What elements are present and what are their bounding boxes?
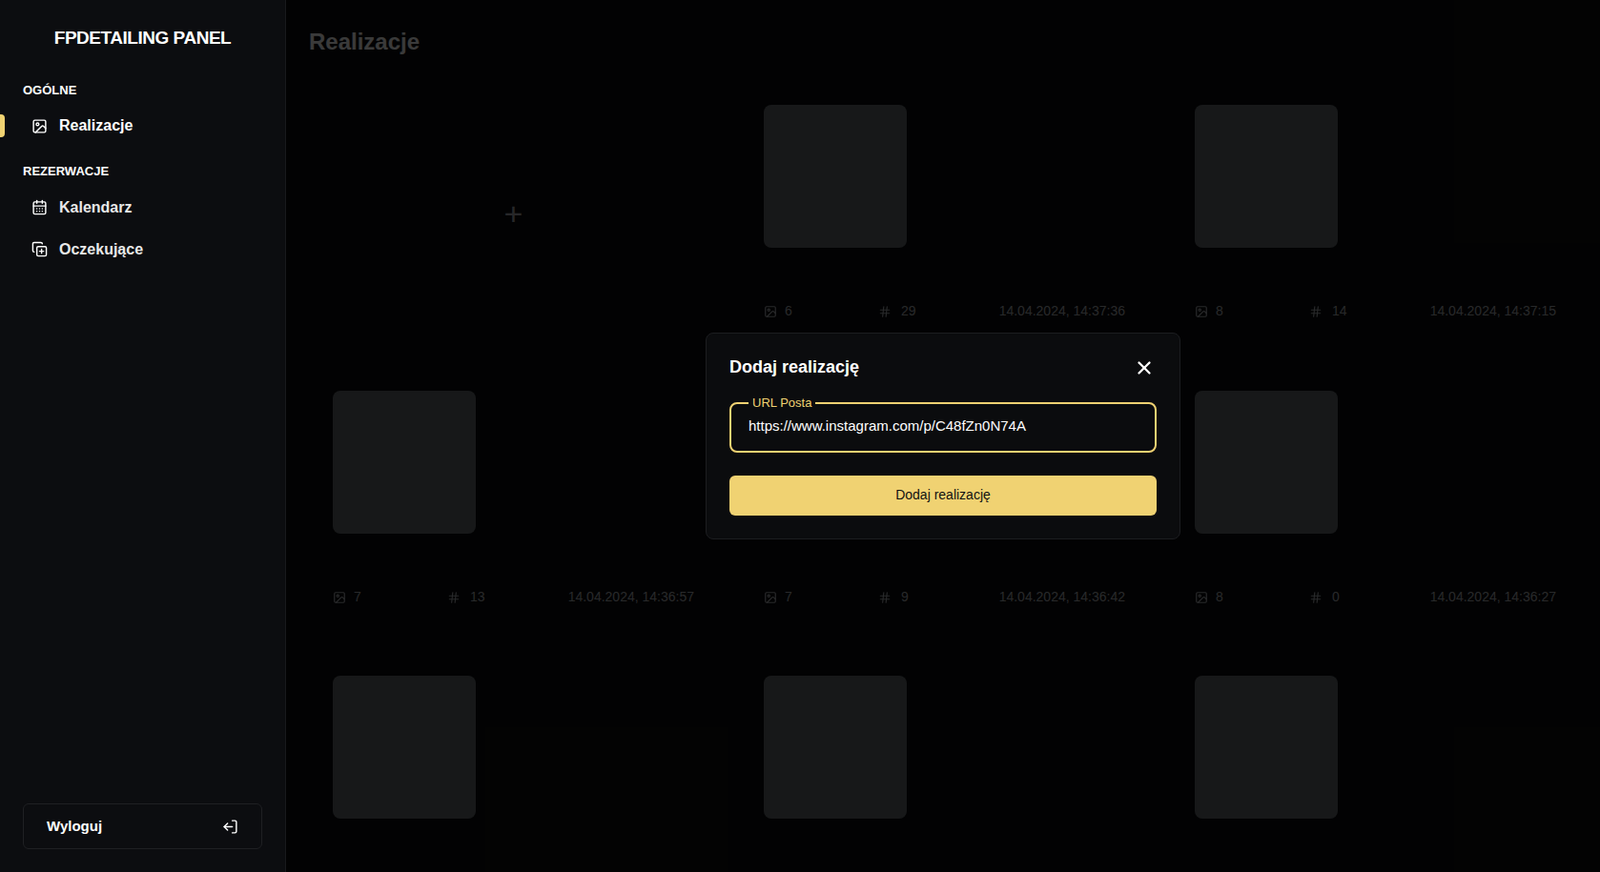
pending-icon bbox=[31, 241, 48, 258]
app: FPDETAILING PANEL OGÓLNERealizacje REZERWA… bbox=[0, 0, 1600, 872]
active-indicator bbox=[0, 114, 5, 138]
sidebar-item[interactable]: Realizacje bbox=[0, 104, 286, 147]
modal-overlay[interactable]: Dodaj realizację URL Posta Dodaj realizacj… bbox=[286, 0, 1600, 872]
submit-button[interactable]: Dodaj realizację bbox=[729, 475, 1157, 516]
logout-button[interactable]: Wyloguj bbox=[22, 803, 263, 850]
sidebar-section: OGÓLNERealizacje bbox=[0, 75, 286, 148]
close-button[interactable] bbox=[1131, 355, 1157, 381]
logout-icon bbox=[222, 819, 239, 836]
sidebar: FPDETAILING PANEL OGÓLNERealizacje REZERWA… bbox=[0, 0, 287, 872]
sidebar-nav: OGÓLNERealizacje REZERWACJEKalendarzOczek… bbox=[0, 75, 286, 281]
calendar-icon bbox=[31, 199, 48, 216]
add-modal: Dodaj realizację URL Posta Dodaj realizacj… bbox=[705, 332, 1181, 540]
close-icon bbox=[1133, 357, 1155, 379]
modal-title: Dodaj realizację bbox=[729, 354, 860, 381]
section-label: REZERWACJE bbox=[0, 156, 286, 187]
section-label: OGÓLNE bbox=[0, 75, 286, 106]
field-label: URL Posta bbox=[748, 393, 816, 413]
image-icon bbox=[31, 118, 48, 135]
sidebar-item[interactable]: Kalendarz bbox=[0, 186, 286, 229]
main: Realizacje+62914.04.2024, 14:37:3681414.… bbox=[286, 0, 1600, 872]
url-field: URL Posta bbox=[729, 393, 1157, 453]
sidebar-title: FPDETAILING PANEL bbox=[0, 0, 286, 53]
url-input[interactable] bbox=[748, 415, 1138, 438]
sidebar-item[interactable]: Oczekujące bbox=[0, 228, 286, 271]
sidebar-section: REZERWACJEKalendarzOczekujące bbox=[0, 156, 286, 271]
